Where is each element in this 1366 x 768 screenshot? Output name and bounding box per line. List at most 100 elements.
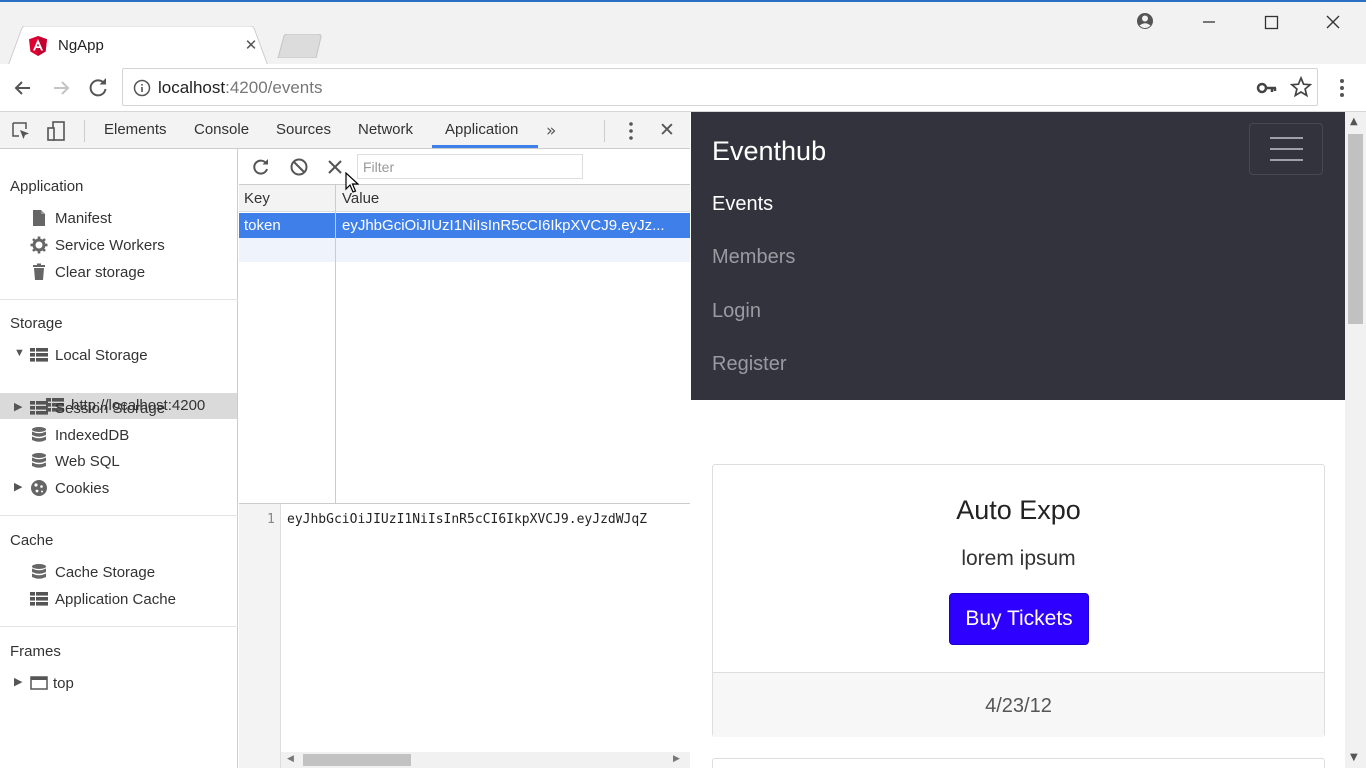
value-text[interactable]: eyJhbGciOiJIUzI1NiIsInR5cCI6IkpXVCJ9.eyJ… [287,512,689,527]
profile-icon[interactable] [1130,8,1160,38]
sidebar-item-label: Cookies [55,480,110,497]
menu-toggle-button[interactable] [1249,123,1323,175]
sidebar-item-label: Cache Storage [55,564,156,581]
page-vertical-scrollbar[interactable]: ▲ ▼ [1345,112,1366,768]
column-header-key[interactable]: Key [244,190,270,207]
expanded-arrow-icon[interactable]: ▼ [14,347,25,359]
row-key: token [244,217,281,234]
sidebar-item-label: Web SQL [55,453,120,470]
database-icon [32,427,46,442]
tab-console[interactable]: Console [194,121,249,138]
section-divider [0,626,238,627]
nav-link-members[interactable]: Members [712,246,795,269]
scrollbar-thumb[interactable] [1348,134,1363,324]
database-icon [32,564,46,579]
section-heading-frames: Frames [10,643,61,660]
refresh-icon[interactable] [251,157,271,177]
nav-link-register[interactable]: Register [712,353,786,376]
tab-network[interactable]: Network [358,121,413,138]
scrollbar-thumb[interactable] [303,754,411,766]
file-icon [33,210,45,226]
buy-tickets-button[interactable]: Buy Tickets [949,593,1089,645]
filter-input[interactable] [357,154,583,179]
grid-icon [30,348,48,362]
card-footer: 4/23/12 [713,672,1324,737]
sidebar-item-label: IndexedDB [55,427,130,444]
column-divider[interactable] [335,185,336,504]
value-viewer: 1 eyJhbGciOiJIUzI1NiIsInR5cCI6IkpXVCJ9.e… [239,504,690,768]
scroll-left-icon[interactable]: ◀ [287,754,294,764]
database-icon [32,453,46,468]
event-card: Auto Expo lorem ipsum Buy Tickets 4/23/1… [712,464,1325,737]
device-toolbar-icon[interactable] [46,120,68,142]
cookie-icon [31,480,47,496]
delete-selected-icon[interactable] [325,157,345,177]
mouse-pointer-icon [345,172,359,193]
hamburger-bar [1270,148,1303,150]
section-heading-cache: Cache [10,532,54,549]
nav-link-login[interactable]: Login [712,300,761,323]
browser-menu-icon[interactable] [1332,76,1352,100]
devtools-panel: Elements Console Sources Network Applica… [0,112,690,768]
sidebar-item-label: Application Cache [55,591,176,608]
url-host: localhost [158,78,226,97]
sidebar-item-label: top [53,675,74,692]
scroll-up-icon[interactable]: ▲ [1350,116,1358,127]
reload-icon[interactable] [85,75,111,101]
key-icon[interactable] [1256,78,1278,98]
collapsed-arrow-icon[interactable]: ▶ [14,480,22,493]
forward-arrow-icon[interactable] [48,75,74,101]
scroll-down-icon[interactable]: ▼ [1350,752,1358,763]
devtools-menu-icon[interactable] [622,120,640,142]
row-value: eyJhbGciOiJIUzI1NiIsInR5cCI6IkpXVCJ9.eyJ… [342,217,665,234]
collapsed-arrow-icon[interactable]: ▶ [14,675,22,688]
browser-titlebar: NgApp ✕ [0,0,1366,66]
new-tab-button[interactable] [274,34,326,58]
sidebar-item-label: Session Storage [55,400,166,417]
event-description: lorem ipsum [961,547,1076,570]
bookmark-star-icon[interactable] [1290,76,1312,98]
tab-application[interactable]: Application [445,121,518,138]
section-heading-application: Application [10,178,84,195]
toolbar-separator [84,120,85,142]
maximize-icon[interactable] [1256,8,1286,38]
clear-all-icon[interactable] [289,157,309,177]
inspect-element-icon[interactable] [10,120,32,142]
line-number: 1 [267,512,275,527]
scroll-right-icon[interactable]: ▶ [673,754,680,764]
horizontal-scrollbar[interactable]: ◀ ▶ [281,752,690,768]
url-path: :4200/events [225,78,323,97]
event-date: 4/23/12 [985,695,1052,717]
sidebar-item-label: Service Workers [55,237,165,254]
more-tabs-icon[interactable]: » [546,121,566,141]
table-row-empty[interactable] [239,238,690,262]
section-heading-storage: Storage [10,315,63,332]
sidebar-item-label: Clear storage [55,264,146,281]
tab-sources[interactable]: Sources [276,121,331,138]
window-close-icon[interactable] [1318,8,1348,38]
sidebar-item-label: Local Storage [55,347,148,364]
line-gutter: 1 [239,504,281,768]
angular-icon [29,36,47,56]
back-arrow-icon[interactable] [10,75,36,101]
grid-icon [30,592,48,606]
url-text[interactable]: localhost:4200/events [158,78,322,98]
nav-link-events[interactable]: Events [712,193,773,216]
address-bar[interactable]: localhost:4200/events [122,68,1318,106]
brand-logo[interactable]: Eventhub [712,136,826,167]
toolbar-separator [604,120,605,142]
tab-close-icon[interactable]: ✕ [242,36,260,54]
collapsed-arrow-icon[interactable]: ▶ [14,400,22,413]
devtools-close-icon[interactable]: ✕ [656,119,678,141]
sidebar-item-label: Manifest [55,210,112,227]
info-icon[interactable] [133,79,151,97]
grid-icon [30,401,48,415]
page-viewport: Eventhub Events Members Login Register A… [691,112,1345,768]
table-row[interactable]: token eyJhbGciOiJIUzI1NiIsInR5cCI6IkpXVC… [239,213,690,238]
section-divider [0,515,238,516]
minimize-icon[interactable] [1194,8,1224,38]
storage-toolbar [239,149,690,185]
tab-elements[interactable]: Elements [104,121,167,138]
table-header: Key Value [239,185,690,212]
browser-tab[interactable]: NgApp ✕ [8,26,268,66]
